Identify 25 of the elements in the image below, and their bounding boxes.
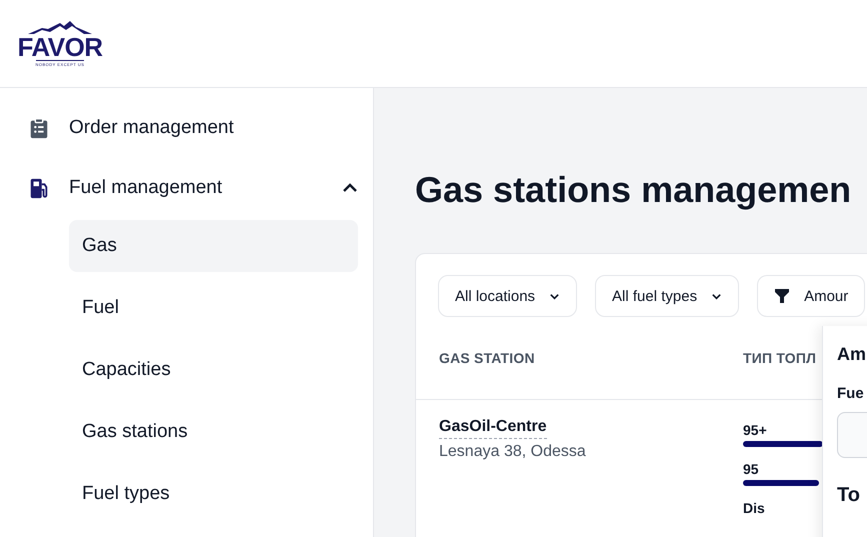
funnel-icon <box>774 288 790 304</box>
fuel-label: 95 <box>743 461 760 477</box>
filter-button[interactable]: Amour <box>757 275 866 317</box>
column-header: GAS STATION <box>439 350 535 366</box>
fuel-label: Dis <box>743 500 766 516</box>
mountain-icon <box>26 20 94 34</box>
field-label: Fue <box>837 385 865 402</box>
sidebar-item[interactable]: Fuel management <box>28 160 358 216</box>
sidebar-subitem[interactable]: Fuel <box>69 282 358 334</box>
sidebar-subitem[interactable]: Gas <box>69 220 358 272</box>
fuel-pump-icon <box>28 176 50 200</box>
sidebar-subitem[interactable]: Gas stations <box>69 406 358 458</box>
section-title: To <box>837 484 861 507</box>
dropdown-button[interactable]: All locations <box>438 275 578 317</box>
page-title: Gas stations managemen <box>415 172 852 212</box>
logo-text: FAVOR <box>17 34 103 60</box>
fuel-label: 95+ <box>743 422 768 438</box>
station-name[interactable]: GasOil-Centre <box>439 418 547 439</box>
sidebar-item[interactable]: Order management <box>28 100 358 156</box>
sidebar-subitem[interactable]: Fuel types <box>69 468 358 520</box>
station-address: Lesnaya 38, Odessa <box>439 443 587 461</box>
popover-title: Am <box>837 344 867 365</box>
column-header: ТИП ТОПЛ <box>743 350 816 366</box>
dropdown-button[interactable]: All fuel types <box>595 275 740 317</box>
sidebar-subitem[interactable]: Capacities <box>69 344 358 396</box>
